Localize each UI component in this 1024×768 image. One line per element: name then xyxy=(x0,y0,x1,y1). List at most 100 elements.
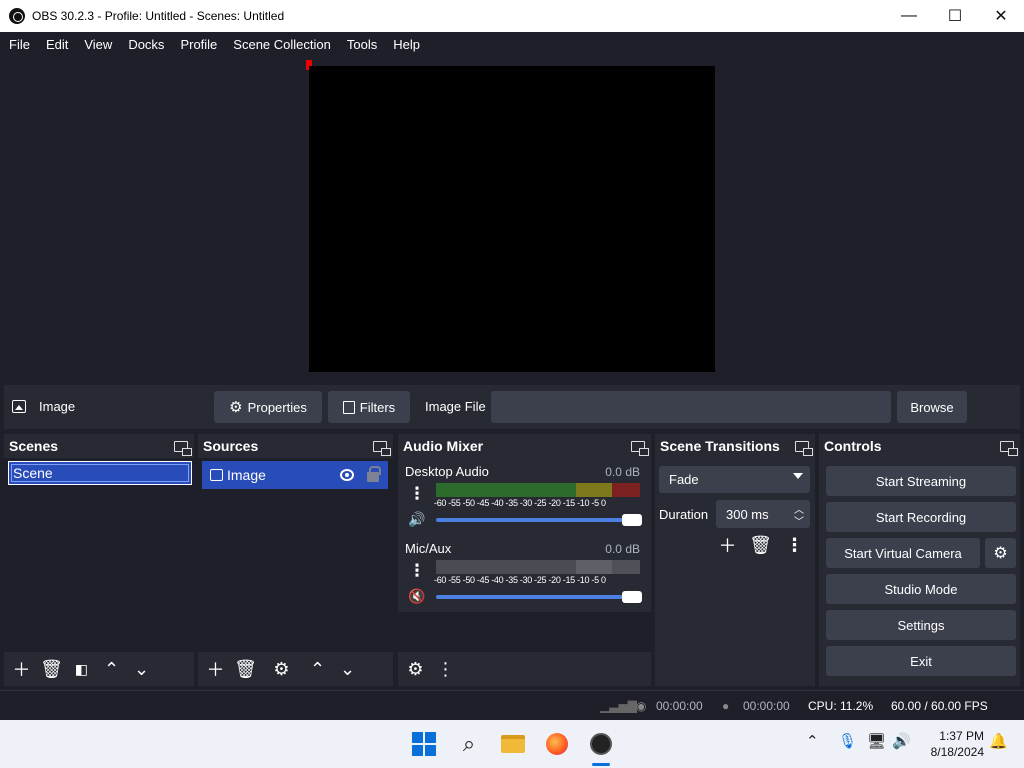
trash-icon[interactable]: 🗑 xyxy=(747,532,774,558)
visibility-eye-icon[interactable] xyxy=(340,469,354,481)
studio-mode-button[interactable]: Studio Mode xyxy=(826,574,1016,604)
firefox-icon[interactable] xyxy=(543,730,571,758)
transition-select[interactable]: Fade xyxy=(659,466,810,493)
advanced-audio-gear-icon[interactable]: ⚙ xyxy=(402,656,429,682)
start-streaming-button[interactable]: Start Streaming xyxy=(826,466,1016,496)
undock-icon[interactable] xyxy=(373,440,391,456)
network-icon[interactable]: 🖥 xyxy=(867,732,886,750)
status-bar: ▁▃▅▇ ◉ 00:00:00 ● 00:00:00 CPU: 11.2% 60… xyxy=(0,690,1024,720)
gear-icon[interactable]: ⚙ xyxy=(268,656,295,682)
desktop-audio-channel: Desktop Audio 0.0 dB ⋮ -60 -55 -50 -45 -… xyxy=(398,461,648,533)
trash-icon[interactable]: 🗑 xyxy=(232,656,259,682)
preview-area[interactable] xyxy=(4,56,1020,382)
move-down-icon[interactable]: ⌄ xyxy=(128,656,155,682)
scene-transitions-title: Scene Transitions xyxy=(660,438,780,454)
clock-date: 8/18/2024 xyxy=(930,745,984,759)
properties-button[interactable]: ⚙ Properties xyxy=(214,391,322,423)
virtual-camera-gear-icon[interactable]: ⚙ xyxy=(985,538,1016,568)
more-vertical-icon[interactable]: ⋮ xyxy=(406,560,428,582)
clock-time: 1:37 PM xyxy=(939,729,984,743)
channel-name: Mic/Aux xyxy=(405,541,452,556)
image-source-icon xyxy=(12,400,26,413)
controls-title: Controls xyxy=(824,438,882,454)
record-time: 00:00:00 xyxy=(743,699,790,713)
windows-start-icon[interactable] xyxy=(410,730,438,758)
exit-button[interactable]: Exit xyxy=(826,646,1016,676)
preview-canvas[interactable] xyxy=(309,66,715,372)
menu-help[interactable]: Help xyxy=(385,37,428,52)
menu-profile[interactable]: Profile xyxy=(172,37,225,52)
transition-value: Fade xyxy=(669,472,699,487)
duration-spinbox[interactable]: 300 ms ︿ ﹀ xyxy=(716,500,810,528)
scenes-title: Scenes xyxy=(9,438,59,454)
volume-slider[interactable] xyxy=(436,514,642,526)
slider-handle[interactable] xyxy=(622,514,642,526)
menu-bar: File Edit View Docks Profile Scene Colle… xyxy=(0,32,1024,56)
muted-speaker-icon[interactable]: 🔇 xyxy=(406,587,428,605)
stream-icon: ◉ xyxy=(636,699,647,713)
close-button[interactable]: ✕ xyxy=(978,0,1024,32)
lock-icon[interactable] xyxy=(367,466,381,482)
image-file-field[interactable] xyxy=(491,391,891,423)
more-vertical-icon[interactable]: ⋮ xyxy=(432,656,459,682)
menu-view[interactable]: View xyxy=(76,37,120,52)
browse-button[interactable]: Browse xyxy=(897,391,967,423)
maximize-button[interactable]: ☐ xyxy=(932,0,978,32)
menu-scene-collection[interactable]: Scene Collection xyxy=(225,37,339,52)
microphone-icon[interactable]: 🎙 xyxy=(838,732,857,750)
title-bar: OBS 30.2.3 - Profile: Untitled - Scenes:… xyxy=(0,0,1024,32)
stream-time: 00:00:00 xyxy=(656,699,703,713)
undock-icon[interactable] xyxy=(174,440,192,456)
undock-icon[interactable] xyxy=(631,440,649,456)
more-vertical-icon[interactable]: ⋮ xyxy=(406,483,428,505)
image-source-icon xyxy=(210,469,223,481)
scene-filters-icon[interactable]: ◧ xyxy=(68,656,95,682)
move-down-icon[interactable]: ⌄ xyxy=(334,656,361,682)
menu-file[interactable]: File xyxy=(0,37,38,52)
start-recording-button[interactable]: Start Recording xyxy=(826,502,1016,532)
move-up-icon[interactable]: ⌃ xyxy=(98,656,125,682)
undock-icon[interactable] xyxy=(795,440,813,456)
menu-edit[interactable]: Edit xyxy=(38,37,76,52)
cpu-usage: CPU: 11.2% xyxy=(808,699,874,713)
filters-button[interactable]: Filters xyxy=(328,391,410,423)
chevron-down-icon xyxy=(793,473,803,479)
slider-handle[interactable] xyxy=(622,591,642,603)
meter-ticks: -60 -55 -50 -45 -40 -35 -30 -25 -20 -15 … xyxy=(434,575,606,585)
gear-icon: ⚙ xyxy=(229,399,243,416)
undock-icon[interactable] xyxy=(1000,440,1018,456)
volume-icon[interactable]: 🔊 xyxy=(892,732,911,750)
scene-list-item[interactable]: Scene xyxy=(8,461,192,485)
obs-taskbar-icon[interactable] xyxy=(587,730,615,758)
notification-bell-icon[interactable]: 🔔 xyxy=(989,732,1008,750)
audio-mixer-title: Audio Mixer xyxy=(403,438,484,454)
file-explorer-icon[interactable] xyxy=(499,730,527,758)
record-icon: ● xyxy=(722,699,730,713)
filters-icon xyxy=(342,400,355,414)
speaker-icon[interactable]: 🔊 xyxy=(406,510,428,528)
settings-button[interactable]: Settings xyxy=(826,610,1016,640)
controls-dock: Controls Start Streaming Start Recording… xyxy=(819,434,1020,686)
more-vertical-icon[interactable]: ⋮ xyxy=(781,532,808,558)
properties-label: Properties xyxy=(247,399,307,415)
chevron-up-icon[interactable]: ⌃ xyxy=(806,732,819,750)
search-icon[interactable]: ⌕ xyxy=(455,730,483,758)
add-source-icon[interactable]: ＋ xyxy=(202,656,229,682)
spin-down-icon[interactable]: ﹀ xyxy=(794,513,804,528)
volume-slider[interactable] xyxy=(436,591,642,603)
menu-docks[interactable]: Docks xyxy=(120,37,172,52)
move-up-icon[interactable]: ⌃ xyxy=(304,656,331,682)
add-transition-icon[interactable]: ＋ xyxy=(714,532,741,558)
minimize-button[interactable]: — xyxy=(886,0,932,32)
scene-transitions-dock: Scene Transitions Fade Duration 300 ms ︿… xyxy=(655,434,815,686)
selected-source-name: Image xyxy=(39,399,76,414)
start-virtual-camera-button[interactable]: Start Virtual Camera xyxy=(826,538,980,568)
taskbar-clock[interactable]: 1:37 PM 8/18/2024 xyxy=(914,728,984,760)
meter-ticks: -60 -55 -50 -45 -40 -35 -30 -25 -20 -15 … xyxy=(434,498,606,508)
trash-icon[interactable]: 🗑 xyxy=(38,656,65,682)
scenes-dock: Scenes Scene ＋ 🗑 ◧ ⌃ ⌄ xyxy=(4,434,194,686)
menu-tools[interactable]: Tools xyxy=(339,37,385,52)
add-scene-icon[interactable]: ＋ xyxy=(8,656,35,682)
source-list-item[interactable]: Image xyxy=(202,461,388,489)
source-name: Image xyxy=(227,467,266,483)
